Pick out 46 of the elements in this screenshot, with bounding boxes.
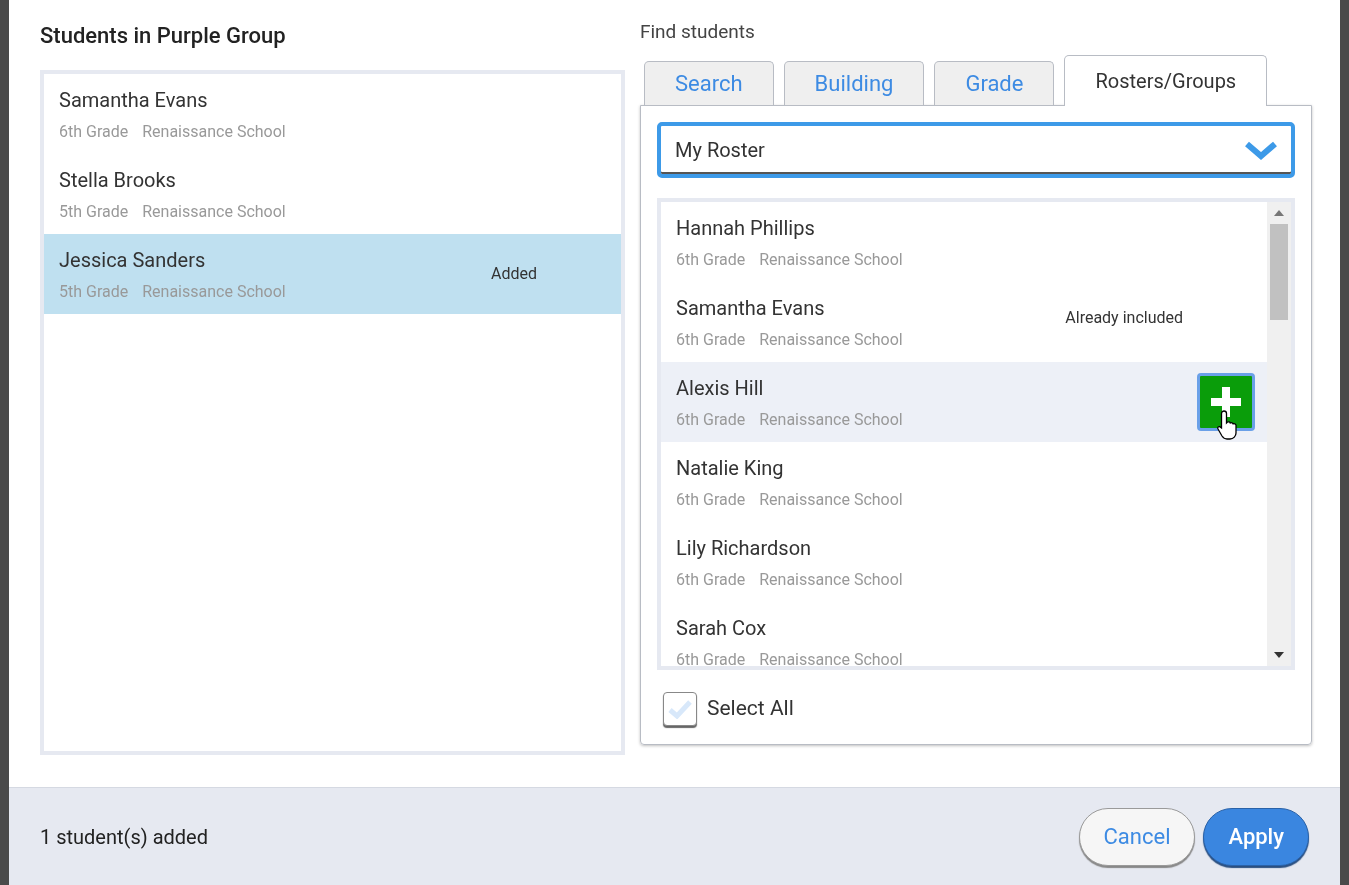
apply-button[interactable]: Apply bbox=[1203, 807, 1309, 866]
student-grade: 6th Grade bbox=[676, 330, 746, 350]
student-school: Renaissance School bbox=[142, 282, 286, 302]
tab[interactable]: Rosters/Groups bbox=[1064, 55, 1268, 106]
student-school: Renaissance School bbox=[759, 570, 903, 590]
chevron-down-icon bbox=[1245, 140, 1277, 160]
student-name: Sarah Cox bbox=[676, 616, 768, 640]
student-grade: 6th Grade bbox=[676, 570, 746, 590]
checkmark-icon bbox=[668, 699, 692, 719]
panel-title: Students in Purple Group bbox=[40, 22, 287, 50]
summary-text: 1 student(s) added bbox=[40, 823, 209, 851]
student-grade: 6th Grade bbox=[676, 410, 746, 430]
scroll-up-icon bbox=[1274, 210, 1284, 216]
student-school: Renaissance School bbox=[759, 650, 903, 666]
student-grade: 6th Grade bbox=[676, 250, 746, 270]
student-grade: 5th Grade bbox=[59, 202, 129, 222]
scroll-down-icon bbox=[1274, 652, 1284, 658]
student-grade: 6th Grade bbox=[676, 650, 746, 666]
student-grade: 6th Grade bbox=[59, 122, 129, 142]
select-all-label: Select All bbox=[707, 695, 794, 723]
student-school: Renaissance School bbox=[759, 330, 903, 350]
student-school: Renaissance School bbox=[759, 410, 903, 430]
scrollbar[interactable] bbox=[1267, 202, 1291, 666]
select-all-checkbox[interactable] bbox=[663, 692, 697, 726]
student-name: Alexis Hill bbox=[676, 376, 765, 400]
student-name: Stella Brooks bbox=[59, 168, 177, 192]
student-school: Renaissance School bbox=[759, 250, 903, 270]
student-school: Renaissance School bbox=[759, 490, 903, 510]
student-name: Samantha Evans bbox=[676, 296, 826, 320]
student-name: Natalie King bbox=[676, 456, 785, 480]
student-grade: 5th Grade bbox=[59, 282, 129, 302]
student-name: Samantha Evans bbox=[59, 88, 209, 112]
student-row[interactable]: Alexis Hill 6th Grade Renaissance School bbox=[661, 362, 1267, 442]
roster-dropdown[interactable]: My Roster bbox=[657, 122, 1295, 178]
student-school: Renaissance School bbox=[142, 202, 286, 222]
plus-icon bbox=[1209, 385, 1243, 419]
student-status: Already included bbox=[1065, 307, 1183, 329]
student-grade: 6th Grade bbox=[676, 490, 746, 510]
student-row[interactable]: Jessica Sanders 5th Grade Renaissance School Added bbox=[44, 234, 621, 314]
student-name: Lily Richardson bbox=[676, 536, 813, 560]
scrollbar-thumb[interactable] bbox=[1270, 224, 1288, 320]
student-name: Hannah Phillips bbox=[676, 216, 816, 240]
student-status: Added bbox=[491, 263, 537, 285]
panel-title: Find students bbox=[640, 20, 756, 44]
student-school: Renaissance School bbox=[142, 122, 286, 142]
student-name: Jessica Sanders bbox=[59, 248, 207, 272]
